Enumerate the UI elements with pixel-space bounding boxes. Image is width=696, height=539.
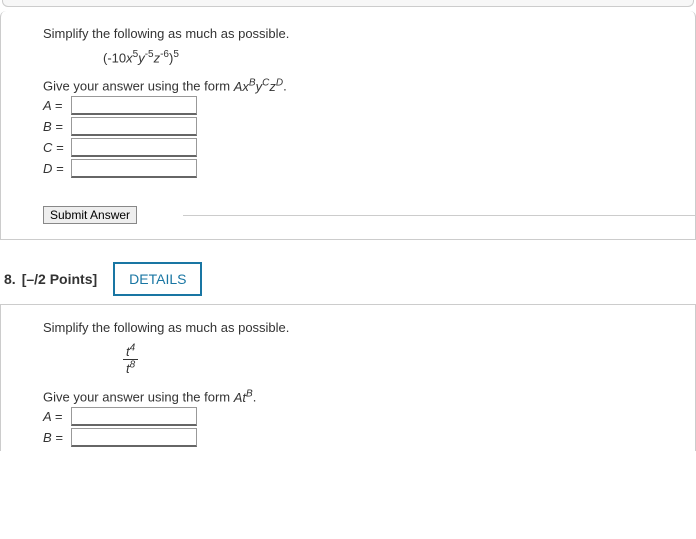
- q7-answer-form-expr: AxByCzD: [234, 79, 283, 94]
- q7-expression: (-10x5y-5z-6)5: [103, 49, 685, 65]
- q8-B-label: B =: [43, 430, 71, 445]
- q8-A-label: A =: [43, 409, 71, 424]
- q7-submit-area: Submit Answer: [43, 206, 685, 224]
- q8-frac-num: t4: [126, 344, 135, 359]
- q7-D-label: D =: [43, 161, 71, 176]
- q8-answer-form-line: Give your answer using the form AtB.: [43, 388, 685, 404]
- q7-answer-form-line: Give your answer using the form AxByCzD.: [43, 77, 685, 93]
- q8-expression: t4 t8: [123, 343, 685, 377]
- q7-fields: A = B = C = D =: [43, 96, 685, 178]
- previous-question-bottom-edge: [2, 0, 694, 7]
- q8-number: 8.: [4, 271, 16, 287]
- submit-answer-button[interactable]: Submit Answer: [43, 206, 137, 224]
- q7-A-input[interactable]: [71, 96, 197, 115]
- q7-A-label: A =: [43, 98, 71, 113]
- q8-frac-den: t8: [126, 361, 135, 376]
- question-8-block: Simplify the following as much as possib…: [0, 305, 696, 451]
- q8-fields: A = B =: [43, 407, 685, 447]
- q8-answer-form-prefix: Give your answer using the form: [43, 390, 234, 405]
- q7-B-label: B =: [43, 119, 71, 134]
- details-button[interactable]: DETAILS: [113, 262, 202, 296]
- question-7-block: Simplify the following as much as possib…: [0, 11, 696, 240]
- q7-B-input[interactable]: [71, 117, 197, 136]
- divider: [183, 215, 695, 216]
- q8-answer-form-expr: AtB: [234, 390, 253, 405]
- q7-C-input[interactable]: [71, 138, 197, 157]
- q8-B-input[interactable]: [71, 428, 197, 447]
- q7-answer-form-prefix: Give your answer using the form: [43, 79, 234, 94]
- q8-prompt: Simplify the following as much as possib…: [43, 320, 685, 335]
- q8-points: [–/2 Points]: [22, 271, 97, 287]
- q7-prompt: Simplify the following as much as possib…: [43, 26, 685, 41]
- q8-A-input[interactable]: [71, 407, 197, 426]
- q7-D-input[interactable]: [71, 159, 197, 178]
- q7-C-label: C =: [43, 140, 71, 155]
- q8-header: 8. [–/2 Points] DETAILS: [0, 254, 696, 305]
